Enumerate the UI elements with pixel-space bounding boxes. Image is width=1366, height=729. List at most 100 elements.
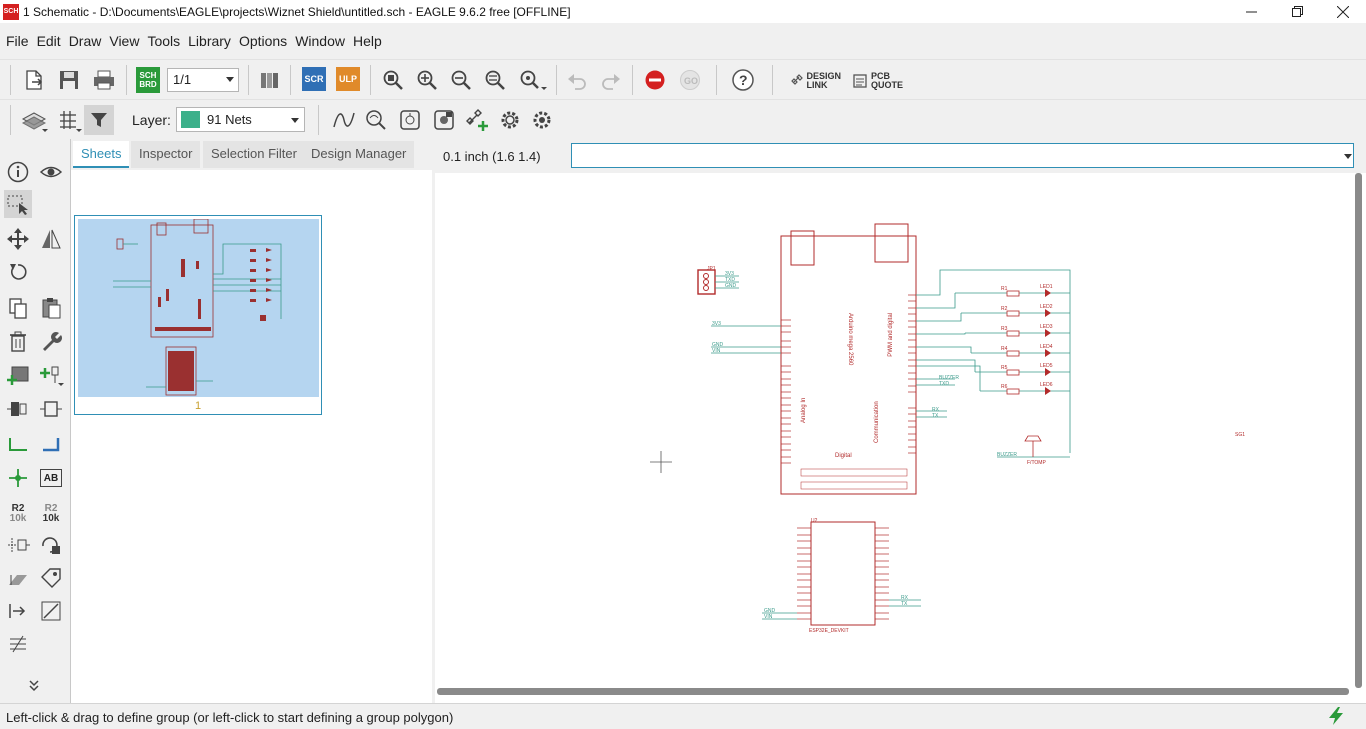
attribute-icon[interactable]: [37, 564, 65, 592]
zoom-select-icon[interactable]: [516, 66, 550, 94]
sheet-thumbnail[interactable]: 1: [74, 215, 322, 415]
svg-text:R6: R6: [1001, 384, 1008, 390]
bus-icon[interactable]: [37, 431, 65, 459]
align-icon[interactable]: [4, 630, 32, 658]
name-icon[interactable]: R2 10k: [4, 500, 32, 528]
new-file-icon[interactable]: [20, 66, 48, 94]
horizontal-scrollbar[interactable]: [437, 688, 1349, 695]
layer-select[interactable]: 91 Nets: [176, 107, 305, 132]
wrench-icon[interactable]: [37, 327, 65, 355]
menu-view[interactable]: View: [105, 33, 143, 49]
script-icon[interactable]: SCR: [302, 67, 326, 91]
library-icon[interactable]: [256, 66, 282, 94]
layers-icon[interactable]: [20, 106, 50, 134]
tab-inspector[interactable]: Inspector: [131, 141, 201, 168]
expand-more-icon[interactable]: [20, 672, 48, 700]
zoom-in-icon[interactable]: [414, 66, 440, 94]
port-icon[interactable]: [4, 597, 32, 625]
zoom-out-icon[interactable]: [448, 66, 474, 94]
sheet-select[interactable]: 1/1: [167, 68, 239, 92]
move-icon[interactable]: [4, 225, 32, 253]
delete-icon[interactable]: [4, 327, 32, 355]
show-icon[interactable]: [362, 106, 390, 134]
net-icon[interactable]: [4, 431, 32, 459]
menu-edit[interactable]: Edit: [33, 33, 65, 49]
info-icon[interactable]: [4, 158, 32, 186]
restore-button[interactable]: [1274, 0, 1320, 23]
close-button[interactable]: [1320, 0, 1366, 23]
group-icon[interactable]: [4, 190, 32, 218]
replace-icon[interactable]: [4, 395, 32, 423]
menu-library[interactable]: Library: [184, 33, 235, 49]
tab-sheets[interactable]: Sheets: [73, 141, 130, 168]
settings-icon[interactable]: [496, 106, 524, 134]
filter-icon[interactable]: [84, 105, 114, 135]
svg-text:Communication: Communication: [874, 401, 880, 443]
menu-tools[interactable]: Tools: [143, 33, 184, 49]
add-part-icon[interactable]: [4, 361, 32, 389]
smash-icon[interactable]: [37, 531, 65, 559]
minimize-button[interactable]: [1228, 0, 1274, 23]
lightning-icon[interactable]: [1326, 706, 1346, 729]
svg-text:R2: R2: [1001, 306, 1008, 312]
menu-file[interactable]: File: [2, 33, 33, 49]
erc-icon[interactable]: [396, 106, 424, 134]
add-link-icon[interactable]: [462, 106, 492, 134]
zoom-redraw-icon[interactable]: [482, 66, 508, 94]
redo-icon[interactable]: [598, 66, 624, 94]
print-icon[interactable]: [90, 66, 118, 94]
eye-icon[interactable]: [37, 158, 65, 186]
zoom-fit-icon[interactable]: [380, 66, 406, 94]
tab-selection-filter[interactable]: Selection Filter: [203, 141, 305, 168]
wire-style-icon[interactable]: [330, 106, 358, 134]
value-icon[interactable]: R2 10k: [37, 500, 65, 528]
junction-icon[interactable]: [4, 464, 32, 492]
sch-brd-switch-icon[interactable]: SCH BRD: [136, 67, 160, 93]
schematic-canvas[interactable]: Arduino mega 2560 PWM and digital Analog…: [435, 173, 1366, 703]
line-icon[interactable]: [37, 597, 65, 625]
svg-text:LED3: LED3: [1040, 324, 1053, 330]
menu-help[interactable]: Help: [349, 33, 386, 49]
ulp-icon[interactable]: ULP: [336, 67, 360, 91]
vertical-scrollbar[interactable]: [1355, 173, 1362, 688]
svg-text:Analog In: Analog In: [801, 398, 807, 423]
help-icon[interactable]: ?: [730, 66, 756, 94]
mirror-icon[interactable]: [37, 225, 65, 253]
menu-draw[interactable]: Draw: [65, 33, 106, 49]
add-supply-icon[interactable]: [37, 361, 65, 389]
svg-text:TX: TX: [901, 601, 908, 607]
svg-text:SG1: SG1: [1235, 432, 1245, 438]
sheet-preview: [78, 218, 319, 397]
copy-icon[interactable]: [4, 294, 32, 322]
stop-icon[interactable]: [642, 66, 668, 94]
undo-icon[interactable]: [564, 66, 590, 94]
command-history-dropdown[interactable]: [1344, 154, 1352, 159]
pin-attach-icon[interactable]: [4, 531, 32, 559]
tab-design-manager[interactable]: Design Manager: [303, 141, 415, 168]
go-icon[interactable]: GO: [676, 66, 704, 94]
menu-window[interactable]: Window: [291, 33, 349, 49]
main-toolbar: SCH BRD 1/1 SCR ULP GO ? DESIGN LINK PCB…: [0, 59, 1366, 99]
command-input[interactable]: [571, 143, 1354, 168]
menu-options[interactable]: Options: [235, 33, 291, 49]
miter-icon[interactable]: [4, 564, 32, 592]
svg-text:VIN: VIN: [764, 614, 773, 620]
paste-icon[interactable]: [37, 294, 65, 322]
label-icon[interactable]: AB: [37, 464, 65, 492]
design-link-button[interactable]: DESIGN LINK: [786, 69, 846, 93]
grid-icon[interactable]: [56, 106, 84, 134]
pinswap-icon[interactable]: [430, 106, 458, 134]
gear-icon[interactable]: [528, 106, 556, 134]
svg-text:BUZZER: BUZZER: [997, 452, 1017, 458]
gate-swap-icon[interactable]: [37, 395, 65, 423]
svg-text:LED4: LED4: [1040, 344, 1053, 350]
svg-text:U2: U2: [811, 518, 818, 524]
status-bar: Left-click & drag to define group (or le…: [0, 703, 1366, 728]
svg-text:ESP32E_DEVKIT: ESP32E_DEVKIT: [809, 628, 849, 634]
save-icon[interactable]: [56, 66, 82, 94]
schematic-drawing: Arduino mega 2560 PWM and digital Analog…: [650, 223, 1245, 634]
svg-text:LED2: LED2: [1040, 304, 1053, 310]
pcb-quote-button[interactable]: PCB QUOTE: [852, 69, 903, 93]
rotate-icon[interactable]: [4, 258, 32, 286]
svg-text:PWM and digital: PWM and digital: [888, 313, 894, 357]
